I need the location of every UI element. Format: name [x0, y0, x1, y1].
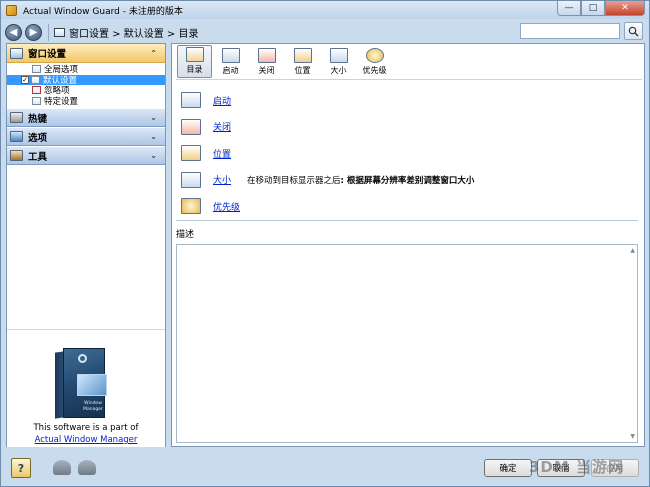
redo-icon[interactable]: [78, 460, 96, 475]
contents-icon: [185, 47, 204, 62]
section-tools[interactable]: 工具 ⌄: [7, 146, 165, 165]
search-input[interactable]: [520, 23, 620, 39]
scroll-up-icon[interactable]: ▲: [630, 247, 635, 254]
promo-panel: Window Manager This software is a part o…: [7, 329, 165, 447]
watermark: 3DM 当游网: [529, 458, 625, 476]
window-settings-icon: [10, 47, 23, 59]
close-button[interactable]: ✕: [605, 1, 645, 16]
tree-item-exclusions[interactable]: 忽略项: [7, 85, 165, 96]
options-icon: [10, 131, 23, 142]
priority-icon: [181, 198, 201, 215]
breadcrumb[interactable]: 窗口设置 > 默认设置 > 目录: [69, 25, 198, 40]
section-window-settings[interactable]: 窗口设置 ⌃: [7, 44, 165, 63]
section-label: 工具: [28, 151, 48, 163]
ok-button[interactable]: 确定: [484, 459, 532, 477]
toolbar-priority-button[interactable]: 优先级: [357, 45, 392, 78]
product-logo-icon: [78, 354, 87, 363]
toolbar-position-button[interactable]: 位置: [285, 45, 320, 78]
contents-links: 启动 关闭 位置 大小 在移动到目标显示器之后: 根据屏幕分辨率差别调整窗口大小…: [181, 87, 474, 220]
title-bar: Actual Window Guard - 未注册的版本 — □ ✕: [1, 1, 649, 19]
keyboard-icon: [10, 112, 23, 123]
forward-button[interactable]: ▶: [25, 23, 42, 41]
tree-item-global-options[interactable]: 全局选项: [7, 64, 165, 75]
content-panel: 目录 启动 关闭 位置 大小 优先级 启动 关闭 位置 大小 在移动到目标显示器…: [171, 43, 645, 447]
toolbar-contents-button[interactable]: 目录: [177, 45, 212, 78]
promo-text: This software is a part of: [33, 423, 139, 433]
size-description: 在移动到目标显示器之后: 根据屏幕分辨率差别调整窗口大小: [247, 175, 475, 186]
size-icon: [181, 171, 201, 188]
position-icon: [181, 145, 201, 162]
toolbar-size-button[interactable]: 大小: [321, 45, 356, 78]
toolbar-close-button[interactable]: 关闭: [249, 45, 284, 78]
search-button[interactable]: [624, 22, 643, 40]
promo-link[interactable]: Actual Window Manager: [35, 435, 138, 445]
link-row-position: 位置: [181, 140, 474, 167]
startup-link[interactable]: 启动: [213, 94, 231, 107]
global-options-icon: [32, 65, 41, 74]
undo-icon[interactable]: [53, 460, 71, 475]
size-icon: [329, 48, 348, 63]
back-button[interactable]: ◀: [5, 23, 22, 41]
window-controls: — □ ✕: [557, 1, 645, 16]
tools-icon: [10, 150, 23, 161]
default-settings-checkbox[interactable]: ✓: [21, 75, 29, 84]
tree-item-label: 特定设置: [44, 96, 79, 107]
settings-tree: 全局选项 ✓ 默认设置 忽略项 特定设置: [7, 63, 165, 108]
app-icon: [6, 4, 17, 16]
help-icon[interactable]: ?: [11, 458, 31, 478]
toolbar-startup-button[interactable]: 启动: [213, 45, 248, 78]
specific-settings-icon: [32, 96, 41, 105]
close-window-icon: [257, 48, 276, 63]
size-link[interactable]: 大小: [213, 173, 231, 186]
link-row-startup: 启动: [181, 87, 474, 114]
expand-icon[interactable]: ⌄: [150, 151, 157, 160]
content-divider: [176, 220, 638, 221]
exclusions-icon: [32, 86, 41, 95]
close-link[interactable]: 关闭: [213, 120, 231, 133]
minimize-button[interactable]: —: [557, 1, 581, 16]
expand-icon[interactable]: ⌄: [150, 132, 157, 141]
collapse-icon[interactable]: ⌃: [150, 49, 157, 58]
section-hotkeys[interactable]: 热键 ⌄: [7, 108, 165, 127]
product-box-image: Window Manager: [55, 348, 107, 419]
box-title: Window Manager: [83, 401, 103, 412]
navigation-bar: ◀ ▶ 窗口设置 > 默认设置 > 目录: [5, 21, 645, 43]
section-options[interactable]: 选项 ⌄: [7, 127, 165, 146]
priority-icon: [365, 48, 384, 63]
expand-icon[interactable]: ⌄: [150, 113, 157, 122]
scroll-down-icon[interactable]: ▼: [630, 433, 635, 440]
section-label: 热键: [28, 113, 48, 125]
link-row-close: 关闭: [181, 114, 474, 141]
close-window-icon: [181, 118, 201, 135]
link-row-priority: 优先级: [181, 193, 474, 220]
section-label: 窗口设置: [28, 49, 67, 60]
window-icon: [54, 27, 65, 37]
maximize-button[interactable]: □: [581, 1, 605, 16]
position-link[interactable]: 位置: [213, 147, 231, 160]
nav-separator: [48, 23, 49, 41]
window-title: Actual Window Guard - 未注册的版本: [23, 6, 183, 17]
sidebar: 窗口设置 ⌃ 全局选项 ✓ 默认设置 忽略项 特定设置 热键 ⌄ 选项 ⌄ 工具…: [6, 43, 166, 447]
description-area[interactable]: ▲ ▼: [176, 244, 638, 443]
toolbar-separator: [176, 79, 642, 80]
toolbar: 目录 启动 关闭 位置 大小 优先级: [177, 45, 393, 78]
startup-icon: [221, 48, 240, 63]
app-window: Actual Window Guard - 未注册的版本 — □ ✕ ◀ ▶ 窗…: [0, 0, 650, 487]
section-label: 选项: [28, 132, 48, 144]
description-label: 描述: [176, 230, 195, 240]
default-settings-icon: [31, 75, 40, 84]
priority-link[interactable]: 优先级: [213, 200, 240, 213]
tree-item-specific-settings[interactable]: 特定设置: [7, 96, 165, 107]
tree-item-default-settings[interactable]: ✓ 默认设置: [7, 74, 165, 86]
link-row-size: 大小 在移动到目标显示器之后: 根据屏幕分辨率差别调整窗口大小: [181, 167, 474, 194]
startup-icon: [181, 92, 201, 109]
position-icon: [293, 48, 312, 63]
search-icon: [628, 26, 639, 36]
